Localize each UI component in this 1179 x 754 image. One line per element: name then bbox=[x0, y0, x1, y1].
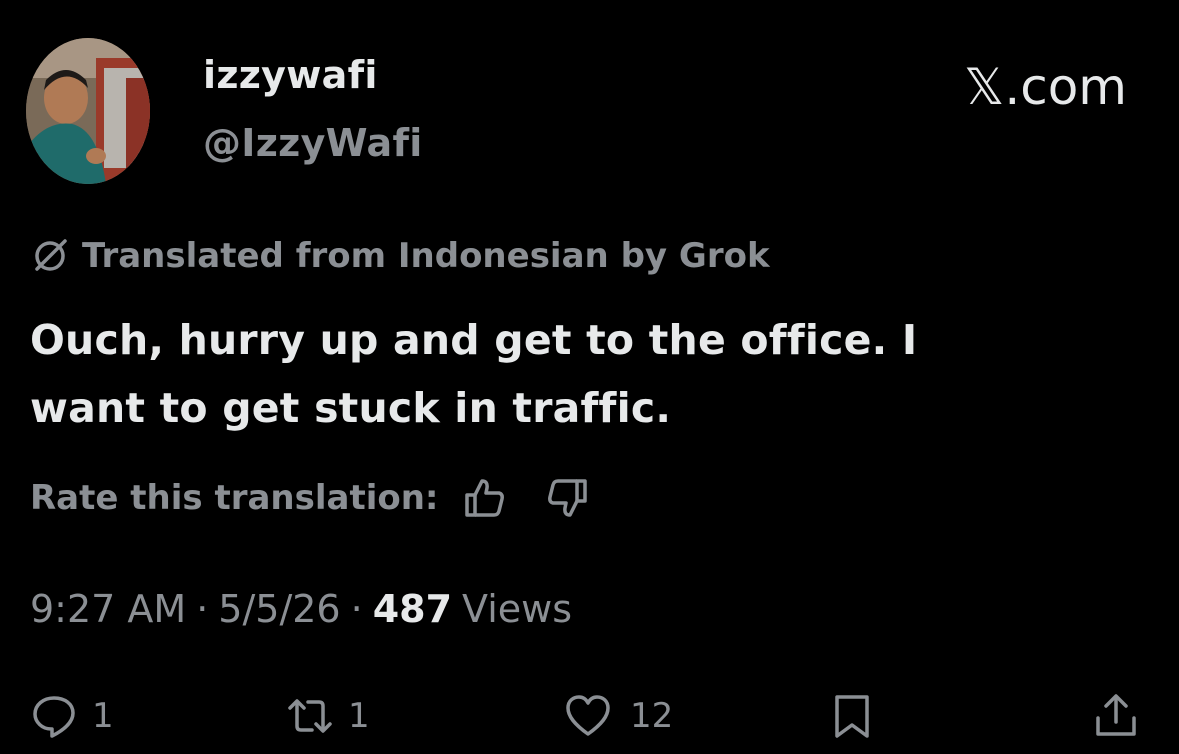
repost-button[interactable]: 1 bbox=[286, 686, 370, 746]
share-button[interactable] bbox=[1092, 686, 1140, 746]
thumbs-down-icon bbox=[547, 479, 587, 517]
action-bar: 1 1 12 bbox=[0, 686, 1179, 746]
reply-button[interactable]: 1 bbox=[30, 686, 114, 746]
thumbs-down-button[interactable] bbox=[545, 475, 591, 521]
repost-icon bbox=[288, 699, 332, 733]
tweet-text: Ouch, hurry up and get to the office. I … bbox=[30, 306, 1150, 442]
reply-icon bbox=[33, 696, 75, 738]
thumbs-up-button[interactable] bbox=[461, 475, 507, 521]
thumbs-up-icon bbox=[464, 479, 504, 517]
meta-separator: · bbox=[196, 587, 209, 631]
translation-notice-text: Translated from Indonesian by Grok bbox=[82, 236, 770, 276]
tweet-time[interactable]: 9:27 AM bbox=[30, 587, 186, 631]
tweet-text-line: Ouch, hurry up and get to the office. I bbox=[30, 316, 918, 364]
avatar[interactable] bbox=[26, 38, 150, 184]
display-name[interactable]: izzywafi bbox=[203, 56, 378, 94]
meta-separator: · bbox=[350, 587, 363, 631]
views-label: Views bbox=[462, 587, 573, 631]
avatar-photo bbox=[26, 38, 150, 184]
tweet-meta: 9:27 AM · 5/5/26 · 487 Views bbox=[30, 585, 572, 633]
views-count: 487 bbox=[372, 587, 453, 631]
share-icon bbox=[1096, 694, 1136, 736]
tweet-text-line: want to get stuck in traffic. bbox=[30, 384, 672, 432]
grok-icon bbox=[35, 239, 67, 271]
tweet-date[interactable]: 5/5/26 bbox=[218, 587, 340, 631]
repost-count: 1 bbox=[348, 696, 370, 736]
user-handle[interactable]: @IzzyWafi bbox=[203, 124, 423, 162]
heart-icon bbox=[566, 695, 610, 736]
rate-translation-row: Rate this translation: bbox=[30, 474, 591, 522]
bookmark-button[interactable] bbox=[828, 686, 876, 746]
like-count: 12 bbox=[630, 696, 674, 736]
translation-notice: Translated from Indonesian by Grok bbox=[30, 234, 770, 278]
rate-translation-label: Rate this translation: bbox=[30, 478, 439, 518]
reply-count: 1 bbox=[92, 696, 114, 736]
bookmark-icon bbox=[835, 695, 869, 738]
x-logo: 𝕏.com bbox=[964, 58, 1127, 116]
like-button[interactable]: 12 bbox=[560, 686, 673, 746]
